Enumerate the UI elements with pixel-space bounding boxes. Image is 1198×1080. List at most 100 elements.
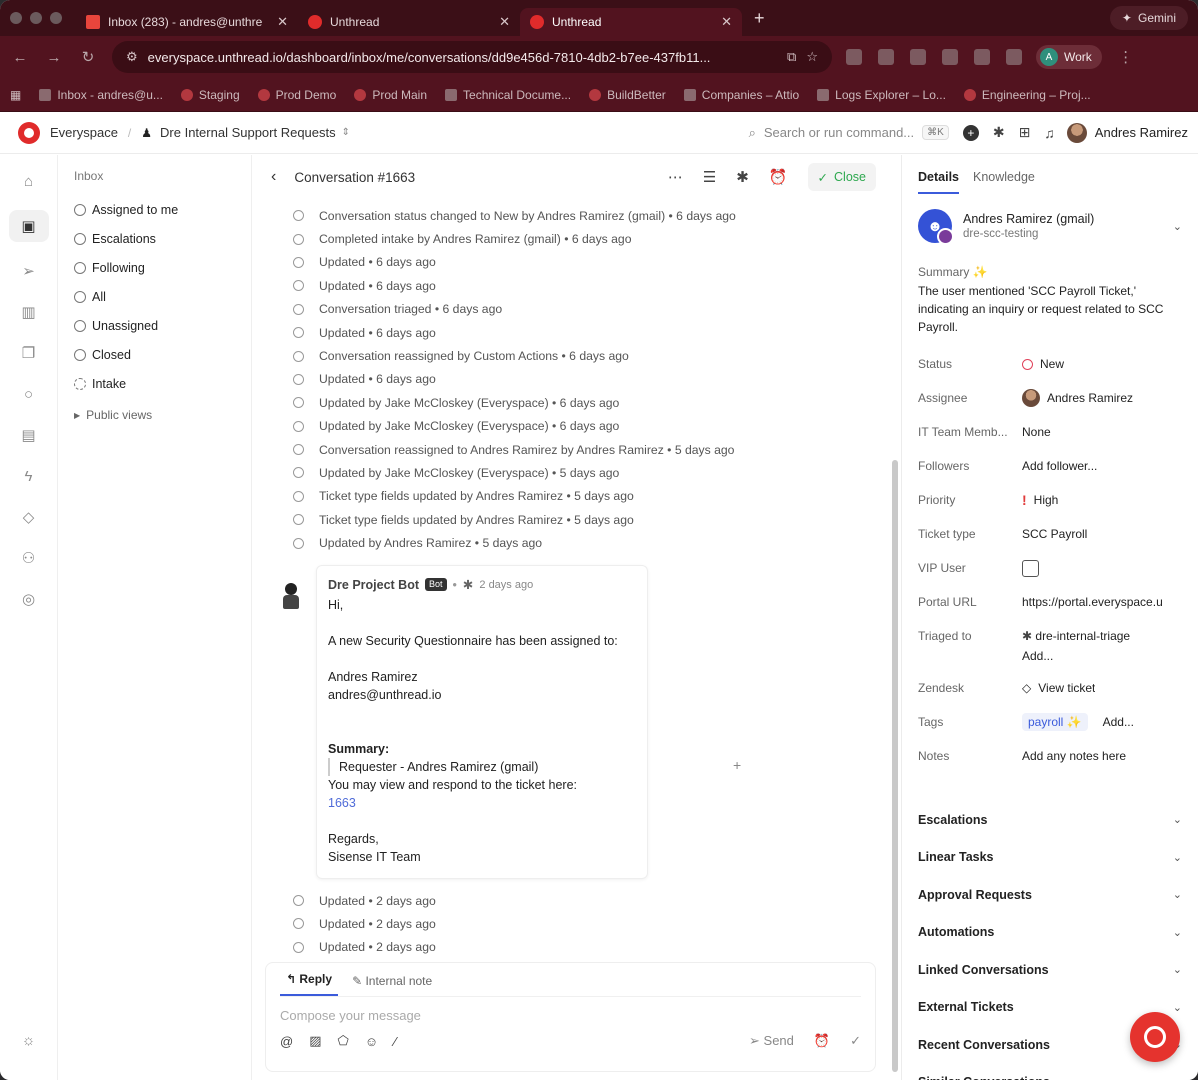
portal-url-value[interactable]: https://portal.everyspace.u	[1022, 595, 1163, 609]
home-icon[interactable]: ⌂	[18, 169, 40, 193]
sidebar-item-all[interactable]: All	[74, 282, 235, 311]
address-bar[interactable]: ⚙ everyspace.unthread.io/dashboard/inbox…	[112, 41, 832, 73]
public-views-toggle[interactable]: ▶ Public views	[74, 408, 235, 422]
back-arrow-icon[interactable]: ←	[10, 49, 30, 66]
sidebar-item-intake[interactable]: Intake	[74, 369, 235, 398]
details-section[interactable]: Approval Requests ⌄	[918, 876, 1182, 914]
new-tab-icon[interactable]: +	[754, 8, 765, 29]
site-settings-icon[interactable]: ⚙	[126, 49, 138, 65]
bookmark-star-icon[interactable]: ☆	[806, 49, 818, 65]
ticket-type-select[interactable]: SCC Payroll	[1022, 527, 1087, 541]
notes-input[interactable]: Add any notes here	[1022, 749, 1126, 763]
add-tag-button[interactable]: Add...	[1103, 715, 1134, 729]
browser-tab-gmail[interactable]: Inbox (283) - andres@unthre ✕	[76, 8, 298, 36]
reload-icon[interactable]: ↻	[78, 48, 98, 66]
shapes-icon[interactable]: ⬠	[338, 1033, 349, 1049]
chat-support-button[interactable]	[1130, 1012, 1180, 1062]
add-triage-button[interactable]: Add...	[1022, 649, 1053, 663]
close-tab-icon[interactable]: ✕	[721, 14, 732, 30]
ticket-link[interactable]: 1663	[328, 794, 636, 812]
users-icon[interactable]: ⚇	[18, 546, 40, 570]
create-plus-icon[interactable]: +	[962, 124, 979, 141]
bell-icon[interactable]: ♫	[1044, 125, 1055, 141]
puzzle-icon[interactable]	[974, 49, 990, 65]
profile-button[interactable]: A Work	[1036, 45, 1102, 69]
send-button[interactable]: ➢ Send	[749, 1033, 794, 1049]
it-team-select[interactable]: None	[1022, 425, 1051, 439]
send-icon[interactable]: ➢	[18, 259, 40, 283]
minimize-window-button[interactable]	[30, 12, 42, 24]
sidebar-item-assigned-to-me[interactable]: Assigned to me	[74, 195, 235, 224]
priority-select[interactable]: ! High	[1022, 492, 1058, 508]
tab-knowledge[interactable]: Knowledge	[973, 170, 1035, 184]
tab-details[interactable]: Details	[918, 170, 959, 194]
check-icon[interactable]: ✓	[850, 1033, 861, 1049]
assignee-select[interactable]: Andres Ramirez	[1022, 389, 1133, 407]
tab-reply[interactable]: ↰ Reply	[280, 972, 339, 996]
gemini-button[interactable]: ✦ Gemini	[1109, 6, 1188, 30]
conversation-scrollbar[interactable]	[892, 460, 898, 1072]
details-section[interactable]: Escalations ⌄	[918, 801, 1182, 839]
slack-icon[interactable]: ✱	[993, 124, 1005, 141]
workspace-switcher[interactable]: Everyspace	[50, 125, 118, 140]
bookmark-item[interactable]: Companies – Attio	[683, 88, 799, 102]
close-window-button[interactable]	[10, 12, 22, 24]
command-search[interactable]: ⌕ Search or run command... ⌘K	[749, 125, 949, 141]
apps-grid-icon[interactable]: ▦	[10, 88, 21, 102]
sliders-icon[interactable]: ☰	[703, 168, 716, 186]
chat-icon[interactable]: ○	[18, 382, 40, 406]
book-icon[interactable]: ❐	[18, 341, 40, 365]
chevron-left-icon[interactable]: ‹	[271, 168, 276, 186]
slash-command-icon[interactable]: ⁄	[394, 1034, 396, 1049]
triage-channel[interactable]: ✱ dre-internal-triage	[1022, 629, 1130, 643]
image-icon[interactable]: ▨	[309, 1033, 321, 1049]
sidebar-item-escalations[interactable]: Escalations	[74, 224, 235, 253]
unthread-logo-icon[interactable]	[18, 121, 40, 144]
close-tab-icon[interactable]: ✕	[499, 14, 510, 30]
sidebar-item-following[interactable]: Following	[74, 253, 235, 282]
chevron-down-icon[interactable]: ⌄	[1173, 220, 1182, 233]
more-horizontal-icon[interactable]: ⋯	[668, 168, 683, 186]
details-section[interactable]: Similar Conversations ⌄	[918, 1064, 1182, 1080]
settings-icon[interactable]: ☼	[18, 1028, 40, 1052]
analytics-icon[interactable]: ▥	[18, 300, 40, 324]
sidebar-item-closed[interactable]: Closed	[74, 340, 235, 369]
more-menu-icon[interactable]: ⋮	[1116, 48, 1136, 66]
bookmark-item[interactable]: Technical Docume...	[445, 88, 571, 102]
bookmark-item[interactable]: Logs Explorer – Lo...	[817, 88, 946, 102]
close-conversation-button[interactable]: ✓ Close	[807, 163, 876, 191]
browser-tab-unthread-1[interactable]: Unthread ✕	[298, 8, 520, 36]
slack-icon[interactable]: ✱	[736, 168, 749, 186]
extension-icon[interactable]	[846, 49, 862, 65]
bookmark-item[interactable]: Engineering – Proj...	[963, 88, 1091, 102]
support-icon[interactable]: ◎	[18, 587, 40, 611]
vip-checkbox[interactable]	[1022, 559, 1039, 577]
view-ticket-link[interactable]: ◇ View ticket	[1022, 681, 1095, 695]
compose-input[interactable]: Compose your message	[280, 997, 861, 1033]
sidebar-item-unassigned[interactable]: Unassigned	[74, 311, 235, 340]
tag-icon[interactable]: ◇	[18, 505, 40, 529]
browser-tab-unthread-2[interactable]: Unthread ✕	[520, 8, 742, 36]
alarm-icon[interactable]: ⏰	[769, 168, 788, 186]
details-section[interactable]: Linear Tasks ⌄	[918, 839, 1182, 877]
schedule-icon[interactable]: ⏰	[814, 1033, 830, 1049]
side-panel-icon[interactable]	[1006, 49, 1022, 65]
emoji-icon[interactable]: ☺	[365, 1034, 378, 1049]
requester-card[interactable]: ☻ Andres Ramirez (gmail) dre-scc-testing…	[918, 209, 1182, 245]
bookmark-item[interactable]: Prod Demo	[257, 88, 336, 102]
details-section[interactable]: Automations ⌄	[918, 914, 1182, 952]
mention-icon[interactable]: @	[280, 1034, 293, 1049]
bookmark-item[interactable]: Staging	[180, 88, 240, 102]
building-icon[interactable]: ▤	[18, 423, 40, 447]
extension-icon[interactable]	[878, 49, 894, 65]
inbox-icon[interactable]: ▣	[8, 210, 49, 242]
status-select[interactable]: New	[1022, 357, 1064, 371]
bookmark-item[interactable]: Inbox - andres@u...	[39, 88, 163, 102]
bookmark-item[interactable]: BuildBetter	[589, 88, 666, 102]
tag-chip[interactable]: payroll ✨	[1022, 713, 1088, 731]
close-tab-icon[interactable]: ✕	[277, 14, 288, 30]
maximize-window-button[interactable]	[50, 12, 62, 24]
user-menu[interactable]: Andres Ramirez	[1066, 122, 1188, 143]
url-text[interactable]: everyspace.unthread.io/dashboard/inbox/m…	[148, 50, 777, 65]
gift-icon[interactable]: ⊞	[1019, 124, 1031, 141]
